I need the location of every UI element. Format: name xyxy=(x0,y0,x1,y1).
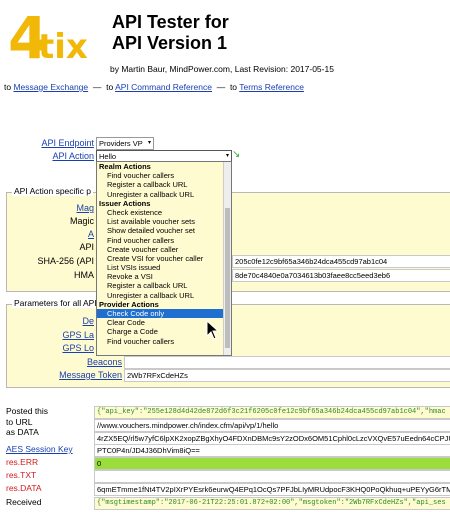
option-show-voucher-set[interactable]: Show detailed voucher set xyxy=(97,226,223,235)
aes-session-key-label[interactable]: AES Session Key xyxy=(6,444,73,454)
option-charge-code[interactable]: Charge a Code xyxy=(97,327,223,336)
link-terms-reference[interactable]: Terms Reference xyxy=(239,82,304,92)
link-api-command-reference[interactable]: API Command Reference xyxy=(115,82,212,92)
option-clear-code[interactable]: Clear Code xyxy=(97,318,223,327)
nav-to-text: to xyxy=(229,82,238,92)
option-provider-find-voucher-callers[interactable]: Find voucher callers xyxy=(97,337,223,346)
field-label-message-token[interactable]: Message Token xyxy=(30,370,122,380)
field-label-sha256: SHA-256 (API xyxy=(37,256,94,266)
api-endpoint-value: Providers VP xyxy=(99,139,143,148)
res-err-field[interactable]: 0 xyxy=(94,457,450,470)
title-line-1: API Tester for xyxy=(112,12,229,32)
option-revoke-vsi[interactable]: Revoke a VSI xyxy=(97,272,223,281)
nav-to-text: to xyxy=(106,82,114,92)
nav-bar: to Message Exchange — to API Command Ref… xyxy=(4,82,304,92)
aes-session-key-field[interactable]: PTC0P4n/JD4J36DhVim8iQ== xyxy=(94,444,450,457)
action-specific-legend: API Action specific p xyxy=(12,186,94,196)
option-create-vsi[interactable]: Create VSI for voucher caller xyxy=(97,254,223,263)
option-realm-unregister-callback[interactable]: Unregister a callback URL xyxy=(97,190,223,199)
byline: by Martin Baur, MindPower.com, Last Revi… xyxy=(110,64,334,74)
as-data-label: as DATA xyxy=(6,427,39,437)
option-check-code-only[interactable]: Check Code only xyxy=(97,309,223,319)
option-list-voucher-sets[interactable]: List available voucher sets xyxy=(97,217,223,226)
option-realm-register-callback[interactable]: Register a callback URL xyxy=(97,180,223,189)
option-realm-find-voucher-callers[interactable]: Find voucher callers xyxy=(97,171,223,180)
field-label-gps-lat[interactable]: GPS La xyxy=(20,330,94,340)
posted-this-label: Posted this xyxy=(6,406,49,416)
res-txt-label: res.TXT xyxy=(6,470,37,480)
option-issuer-register-callback[interactable]: Register a callback URL xyxy=(97,281,223,290)
received-label: Received xyxy=(6,497,42,507)
field-label-de[interactable]: De xyxy=(20,316,94,326)
url-field[interactable]: //www.vouchers.mindpower.ch/index.cfm/ap… xyxy=(94,419,450,432)
field-label-mag[interactable]: Mag xyxy=(20,203,94,213)
field-label-beacons[interactable]: Beacons xyxy=(30,357,122,367)
res-txt-field[interactable] xyxy=(94,470,450,483)
link-message-exchange[interactable]: Message Exchange xyxy=(13,82,88,92)
res-data-field[interactable]: 6qmETmme1fNt4TV2pIXrPYEsrk6eurwQ4EPq1OcQ… xyxy=(94,483,450,496)
res-err-label: res.ERR xyxy=(6,457,39,467)
api-action-value: Hello xyxy=(99,152,117,161)
posted-label-block: Posted this to URL as DATA xyxy=(6,406,48,438)
res-data-label: res.DATA xyxy=(6,483,42,493)
hmac-field[interactable]: 8de70c4840e0a7034613b03faee8cc5eed3eb6 xyxy=(232,269,450,282)
page: { "header": { "logo_text": "4tix", "titl… xyxy=(0,0,450,512)
field-label-a[interactable]: A xyxy=(20,229,94,239)
dropdown-scrollbar[interactable] xyxy=(223,162,231,355)
logo: 4 tix xyxy=(8,4,90,78)
logo-tix-glyph: tix xyxy=(38,27,88,67)
option-issuer-find-voucher-callers[interactable]: Find voucher callers xyxy=(97,236,223,245)
group-realm-actions: Realm Actions xyxy=(99,162,151,171)
nav-separator: — xyxy=(216,82,226,92)
chevron-down-icon: ▾ xyxy=(147,140,151,146)
page-title: API Tester for API Version 1 xyxy=(112,12,229,54)
message-token-field[interactable]: 2Wb7RFxCdeHZs xyxy=(124,369,450,382)
option-check-existence[interactable]: Check existence xyxy=(97,208,223,217)
group-issuer-actions: Issuer Actions xyxy=(99,198,151,208)
field-label-api: API xyxy=(79,242,94,252)
logo-graphic: 4 tix xyxy=(8,4,88,72)
posted-json-field[interactable]: {"api_key":"255e128d4d42de872d6f3c21f620… xyxy=(94,406,450,419)
nav-to-text: to xyxy=(4,82,12,92)
api-endpoint-select[interactable]: Providers VP ▾ xyxy=(96,137,154,150)
nav-separator: — xyxy=(92,82,102,92)
api-endpoint-label[interactable]: API Endpoint xyxy=(20,138,94,148)
sha256-field[interactable]: 205c0fe12c9bf65a346b24dca455cd97ab1c04 xyxy=(232,255,450,268)
option-create-voucher-caller[interactable]: Create voucher caller xyxy=(97,245,223,254)
scrollbar-thumb[interactable] xyxy=(225,208,230,348)
dropdown-list: Realm Actions Find voucher callers Regis… xyxy=(97,162,223,346)
received-json-field[interactable]: {"msgtimestamp":"2017-06-21T22:25:01.872… xyxy=(94,497,450,510)
mouse-cursor-icon xyxy=(206,320,220,340)
option-issuer-unregister-callback[interactable]: Unregister a callback URL xyxy=(97,291,223,300)
group-provider-actions: Provider Actions xyxy=(99,299,159,309)
field-label-magic: Magic xyxy=(69,216,94,226)
field-label-gps-lon[interactable]: GPS Lo xyxy=(20,343,94,353)
beacons-field[interactable] xyxy=(124,356,450,369)
api-action-label[interactable]: API Action xyxy=(20,151,94,161)
to-url-label: to URL xyxy=(6,416,33,427)
parameters-legend: Parameters for all API xyxy=(12,298,99,308)
option-list-vsis[interactable]: List VSIs issued xyxy=(97,263,223,272)
title-line-2: API Version 1 xyxy=(112,33,228,53)
arrow-icon: ↘ xyxy=(232,149,241,160)
field-label-hmac: HMA xyxy=(74,270,94,280)
